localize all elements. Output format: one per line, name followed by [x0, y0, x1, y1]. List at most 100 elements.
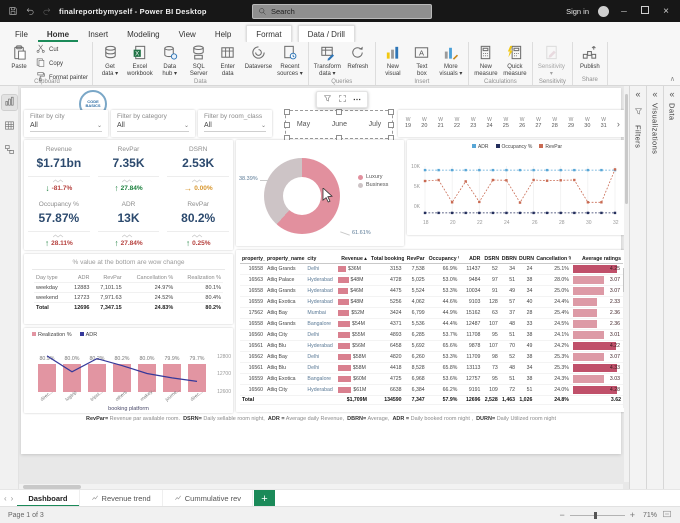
ribbon-item-refresh[interactable]: Refresh — [345, 43, 371, 71]
ribbon-item-publish[interactable]: Publish — [577, 43, 603, 71]
maximize-button[interactable] — [639, 6, 651, 16]
ribbon-item-cut[interactable]: Cut — [35, 43, 88, 57]
prop-col-property-name[interactable]: property_name — [265, 255, 306, 264]
tab-data-drill[interactable]: Data / Drill — [297, 25, 355, 42]
focus-mode-icon[interactable] — [338, 94, 347, 105]
property-row[interactable]: 16562 Atliq Bay Delhi $58M 4820 6,260 53.3% 117… — [240, 351, 623, 363]
week-item-28[interactable]: W 28 — [552, 117, 558, 130]
legend-item-adr[interactable]: ADR — [79, 332, 97, 338]
zoom-in-icon[interactable]: + — [630, 510, 635, 520]
selection-handle[interactable] — [388, 109, 394, 115]
expand-panel-icon[interactable]: « — [669, 90, 674, 99]
property-row[interactable]: 16558 Atliq Grands Bangalore $54M 4371 5,536 4… — [240, 318, 623, 330]
minimize-button[interactable]: ─ — [618, 7, 630, 16]
panel-data[interactable]: « Data — [663, 86, 680, 490]
undo-icon[interactable] — [25, 6, 35, 16]
page-tab-revenue-trend[interactable]: Revenue trend — [80, 490, 163, 507]
day-row[interactable]: weekday 12883 7,101.15 24.97% 80.1% — [34, 282, 223, 293]
ribbon-item-data-hub[interactable]: Data hub ▾ — [157, 43, 183, 79]
tab-file[interactable]: File — [6, 26, 37, 42]
property-row[interactable]: 16559 Atliq Exotica Hyderabad $48M 5256 4,062… — [240, 296, 623, 308]
ribbon-item-paste[interactable]: Paste — [6, 43, 32, 71]
prop-col-cancellation[interactable]: Cancellation % — [534, 255, 571, 264]
rail-model-view[interactable] — [2, 143, 17, 158]
property-row[interactable]: 16560 Atliq City Hyderabad $61M 6638 6,384 66.… — [240, 384, 623, 396]
prop-col-average-ratings[interactable]: Average ratings — [570, 255, 623, 264]
filter-funnel-icon[interactable] — [323, 94, 332, 105]
kpi-adr-13k[interactable]: ADR 13K ↑ 27.84% — [94, 195, 164, 250]
rail-data-view[interactable] — [2, 119, 17, 134]
zoom-slider[interactable] — [569, 511, 625, 519]
month-item-june[interactable]: June — [332, 121, 347, 128]
selection-handle[interactable] — [336, 109, 342, 115]
ribbon-item-excel-workbook[interactable]: X Excel workbook — [126, 43, 154, 79]
collapse-ribbon-icon[interactable]: ∧ — [670, 75, 675, 83]
prop-col-durn[interactable]: DURN — [517, 255, 535, 264]
rail-report-view[interactable] — [0, 94, 18, 111]
prop-col-revpar[interactable]: RevPar — [403, 255, 427, 264]
property-row[interactable]: 16558 Atliq Grands Delhi $36M 3153 7,538 66.9%… — [240, 263, 623, 275]
prop-col-total-bookings[interactable]: Total bookings — [368, 255, 404, 264]
panel-visualizations[interactable]: « Visualizations — [646, 86, 663, 490]
tab-view[interactable]: View — [170, 26, 205, 42]
prop-col-dbrn[interactable]: DBRN — [499, 255, 518, 264]
property-row[interactable]: 16558 Atliq Grands Hyderabad $46M 4475 5,524 5… — [240, 285, 623, 297]
prop-col-revenue[interactable]: Revenue ▴ — [336, 255, 369, 264]
legend-item-occupancy[interactable]: Occupancy % — [495, 144, 532, 150]
week-item-31[interactable]: W 31 — [601, 117, 607, 130]
ribbon-item-text-box[interactable]: A Text box — [409, 43, 435, 79]
prev-page-icon[interactable]: ‹ — [4, 494, 7, 503]
kpi-dsrn-2-53k[interactable]: DSRN 2.53K → 0.00% — [163, 140, 233, 195]
week-item-29[interactable]: W 29 — [568, 117, 574, 130]
filter-dropdown[interactable]: All ⌄ — [204, 122, 266, 132]
week-item-26[interactable]: W 26 — [519, 117, 525, 130]
week-item-30[interactable]: W 30 — [584, 117, 590, 130]
month-item-july[interactable]: July — [369, 121, 381, 128]
kpi-revenue-1-71bn[interactable]: Revenue $1.71bn ↓ -81.7% — [24, 140, 94, 195]
ribbon-item-get-data[interactable]: Get data ▾ — [97, 43, 123, 79]
ribbon-item-sql-server[interactable]: SQL Server — [186, 43, 212, 79]
week-item-25[interactable]: W 25 — [503, 117, 509, 130]
property-row[interactable]: 17562 Atliq Bay Mumbai $52M 3424 6,799 44.9% 15… — [240, 307, 623, 319]
month-item-may[interactable]: May — [297, 121, 310, 128]
more-options-icon[interactable]: ⋯ — [353, 95, 361, 104]
week-item-20[interactable]: W 20 — [421, 117, 427, 130]
selection-handle[interactable] — [284, 122, 290, 128]
kpi-revpar-80-2[interactable]: RevPar 80.2% ↑ 0.25% — [163, 195, 233, 250]
filter-dropdown[interactable]: All ⌄ — [117, 122, 189, 132]
property-row[interactable]: 16561 Atliq Blu Hyderabad $56M 6458 5,692 65.6… — [240, 340, 623, 352]
next-weeks-icon[interactable]: › — [617, 119, 620, 129]
property-row[interactable]: 16563 Atliq Palace Hyderabad $48M 4728 5,025 5… — [240, 274, 623, 286]
tab-insert[interactable]: Insert — [79, 26, 117, 42]
ribbon-item-new-measure[interactable]: New measure — [473, 43, 499, 79]
page-tab-dashboard[interactable]: Dashboard — [17, 490, 80, 507]
page-tab-cummulative-rev[interactable]: Cummulative rev — [163, 490, 253, 507]
fit-to-page-icon[interactable] — [662, 509, 672, 521]
ribbon-item-recent-sources[interactable]: Recent sources ▾ — [276, 43, 304, 79]
prop-col-adr[interactable]: ADR — [459, 255, 483, 264]
legend-item-business[interactable]: Business — [358, 182, 388, 188]
tab-home[interactable]: Home — [37, 26, 79, 42]
property-row[interactable]: 16560 Atliq City Delhi $55M 4893 6,285 53.7% 11… — [240, 329, 623, 341]
filter-dropdown[interactable]: All ⌄ — [30, 122, 102, 132]
week-item-19[interactable]: W 19 — [405, 117, 411, 130]
legend-item-adr[interactable]: ADR — [471, 144, 489, 150]
selection-handle[interactable] — [284, 109, 290, 115]
ribbon-item-quick-measure[interactable]: Quick measure — [502, 43, 528, 79]
ribbon-item-new-visual[interactable]: New visual — [380, 43, 406, 79]
tab-format[interactable]: Format — [246, 25, 292, 42]
day-row[interactable]: weekend 12723 7,971.63 24.52% 80.4% — [34, 292, 223, 303]
prop-col-occupancy[interactable]: Occupancy % — [426, 255, 460, 264]
ribbon-item-copy[interactable]: Copy — [35, 57, 88, 71]
ribbon-item-transform-data[interactable]: Transform data ▾ — [313, 43, 342, 79]
tab-modeling[interactable]: Modeling — [118, 26, 168, 42]
legend-item-revpar[interactable]: RevPar — [539, 144, 562, 150]
avatar[interactable] — [598, 5, 609, 17]
week-item-22[interactable]: W 22 — [454, 117, 460, 130]
tab-help[interactable]: Help — [206, 26, 240, 42]
sign-in-button[interactable]: Sign in — [566, 7, 589, 16]
save-icon[interactable] — [8, 6, 18, 16]
next-page-icon[interactable]: › — [11, 494, 14, 503]
month-slicer[interactable]: May June July — [284, 109, 394, 141]
ribbon-item-more-visuals[interactable]: More visuals ▾ — [438, 43, 464, 79]
